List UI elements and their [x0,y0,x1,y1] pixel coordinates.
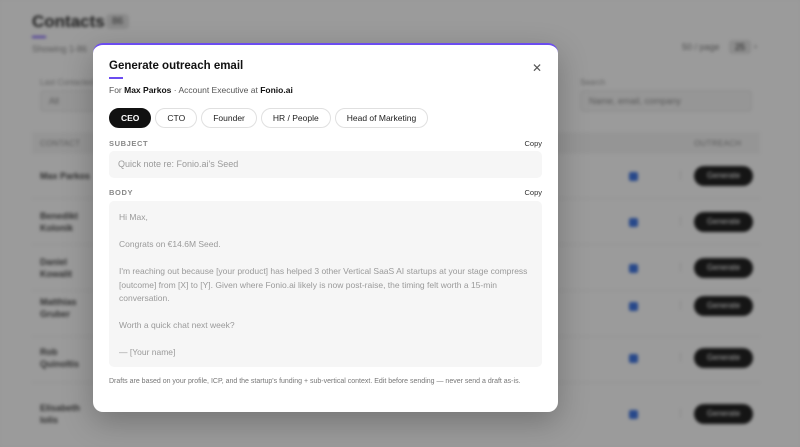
subject-label: SUBJECT [109,139,149,148]
copy-subject-button[interactable]: Copy [524,139,542,148]
tab-hr-people[interactable]: HR / People [260,108,331,128]
body-field[interactable]: Hi Max, Congrats on €14.6M Seed. I'm rea… [109,201,542,367]
copy-body-button[interactable]: Copy [524,188,542,197]
subject-field[interactable]: Quick note re: Fonio.ai's Seed [109,151,542,178]
company-name: Fonio.ai [260,85,293,95]
title-accent-bar [109,77,123,79]
contact-name: Max Parkos [124,85,172,95]
contact-role: · Account Executive at [173,85,258,95]
for-prefix: For [109,85,122,95]
tab-head-of-marketing[interactable]: Head of Marketing [334,108,429,128]
outreach-email-modal: Generate outreach email ✕ For Max Parkos… [93,43,558,412]
role-tabs: CEO CTO Founder HR / People Head of Mark… [109,108,429,128]
body-label: BODY [109,188,134,197]
close-icon[interactable]: ✕ [530,61,544,75]
modal-title: Generate outreach email [109,60,244,72]
tab-ceo[interactable]: CEO [109,108,152,128]
drafts-disclaimer: Drafts are based on your profile, ICP, a… [109,378,521,385]
recipient-line: For Max Parkos · Account Executive at Fo… [109,85,293,95]
tab-cto[interactable]: CTO [155,108,198,128]
tab-founder[interactable]: Founder [201,108,257,128]
